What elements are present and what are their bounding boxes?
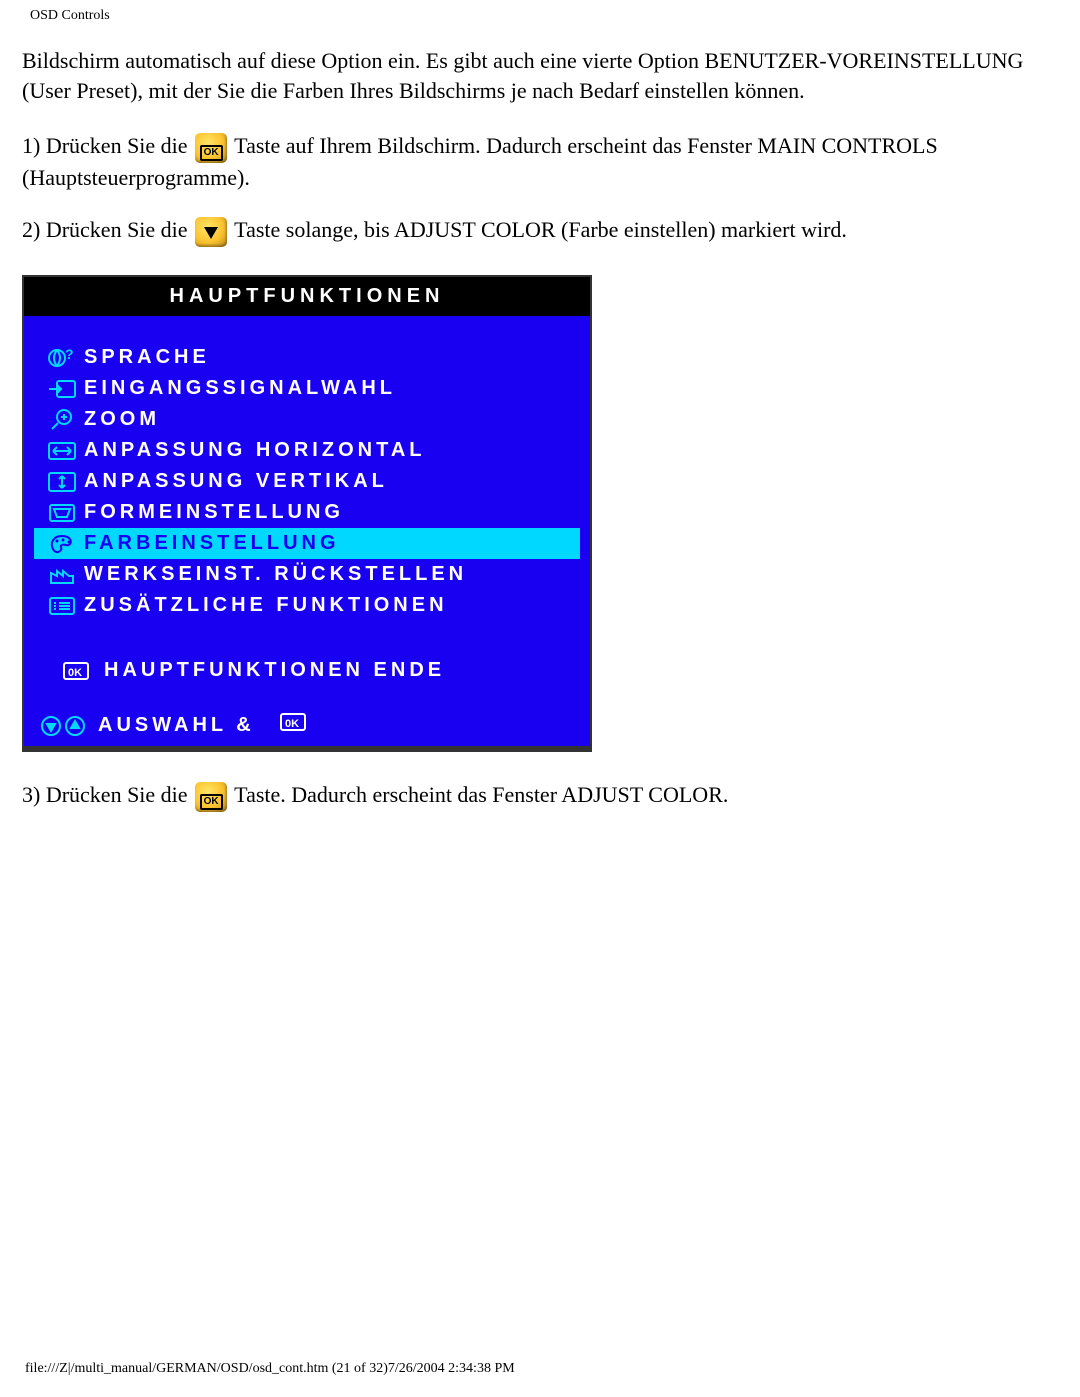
up-down-icon — [40, 715, 92, 737]
palette-icon — [40, 530, 84, 557]
intro-paragraph: Bildschirm automatisch auf diese Option … — [22, 46, 1050, 105]
osd-item-exit[interactable]: 0K HAUPTFUNKTIONEN ENDE — [34, 655, 580, 686]
osd-footer: AUSWAHL & 0K — [34, 708, 580, 742]
document-content: Bildschirm automatisch auf diese Option … — [0, 24, 1080, 812]
osd-item-label: EINGANGSSIGNALWAHL — [84, 375, 396, 402]
svg-text:0K: 0K — [68, 667, 82, 679]
factory-icon — [40, 561, 84, 588]
osd-item-label: ANPASSUNG VERTIKAL — [84, 468, 388, 495]
osd-item-label: SPRACHE — [84, 344, 210, 371]
page-header: OSD Controls — [0, 0, 1080, 24]
osd-item-label: ZUSÄTZLICHE FUNKTIONEN — [84, 592, 448, 619]
osd-item-form[interactable]: FORMEINSTELLUNG — [34, 497, 580, 528]
vertical-icon — [40, 468, 84, 495]
osd-item-eingang[interactable]: EINGANGSSIGNALWAHL — [34, 373, 580, 404]
osd-footer-label: AUSWAHL & — [98, 712, 255, 739]
osd-item-extra[interactable]: ZUSÄTZLICHE FUNKTIONEN — [34, 590, 580, 621]
osd-item-label: FARBEINSTELLUNG — [84, 530, 340, 557]
down-button-icon — [195, 217, 227, 247]
osd-item-werkseinst[interactable]: WERKSEINST. RÜCKSTELLEN — [34, 559, 580, 590]
step-3: 3) Drücken Sie die OK Taste. Dadurch ers… — [22, 780, 1050, 812]
list-icon — [40, 592, 84, 619]
osd-item-sprache[interactable]: ? SPRACHE — [34, 342, 580, 373]
osd-item-farbe[interactable]: FARBEINSTELLUNG — [34, 528, 580, 559]
osd-body: ? SPRACHE EINGANGSSIGNALWAHL — [24, 316, 590, 746]
footer-path: file:///Z|/multi_manual/GERMAN/OSD/osd_c… — [25, 1361, 515, 1377]
horizontal-icon — [40, 437, 84, 464]
osd-item-label: ANPASSUNG HORIZONTAL — [84, 437, 425, 464]
step-2: 2) Drücken Sie die Taste solange, bis AD… — [22, 215, 1050, 247]
osd-title: HAUPTFUNKTIONEN — [24, 277, 590, 316]
zoom-icon — [40, 406, 84, 433]
osd-item-label: ZOOM — [84, 406, 160, 433]
ok-button-icon: OK — [195, 782, 227, 812]
osd-item-vertical[interactable]: ANPASSUNG VERTIKAL — [34, 466, 580, 497]
step-2-text-a: 2) Drücken Sie die — [22, 217, 193, 242]
globe-icon: ? — [40, 344, 84, 371]
osd-item-label: WERKSEINST. RÜCKSTELLEN — [84, 561, 467, 588]
step-2-text-b: Taste solange, bis ADJUST COLOR (Farbe e… — [234, 217, 847, 242]
svg-text:?: ? — [65, 346, 77, 362]
step-1-text-a: 1) Drücken Sie die — [22, 133, 193, 158]
osd-exit-label: HAUPTFUNKTIONEN ENDE — [104, 657, 445, 684]
step-3-text-b: Taste. Dadurch erscheint das Fenster ADJ… — [234, 782, 728, 807]
input-icon — [40, 375, 84, 402]
ok-box-icon: 0K — [279, 712, 307, 740]
ok-box-icon: 0K — [40, 657, 104, 684]
osd-item-label: FORMEINSTELLUNG — [84, 499, 344, 526]
osd-item-zoom[interactable]: ZOOM — [34, 404, 580, 435]
ok-button-icon: OK — [195, 133, 227, 163]
osd-panel: HAUPTFUNKTIONEN ? SPRACHE EINGANGSSIGN — [22, 275, 592, 752]
step-3-text-a: 3) Drücken Sie die — [22, 782, 193, 807]
svg-text:0K: 0K — [285, 718, 299, 730]
step-1: 1) Drücken Sie die OK Taste auf Ihrem Bi… — [22, 131, 1050, 193]
osd-item-horizontal[interactable]: ANPASSUNG HORIZONTAL — [34, 435, 580, 466]
shape-icon — [40, 499, 84, 526]
